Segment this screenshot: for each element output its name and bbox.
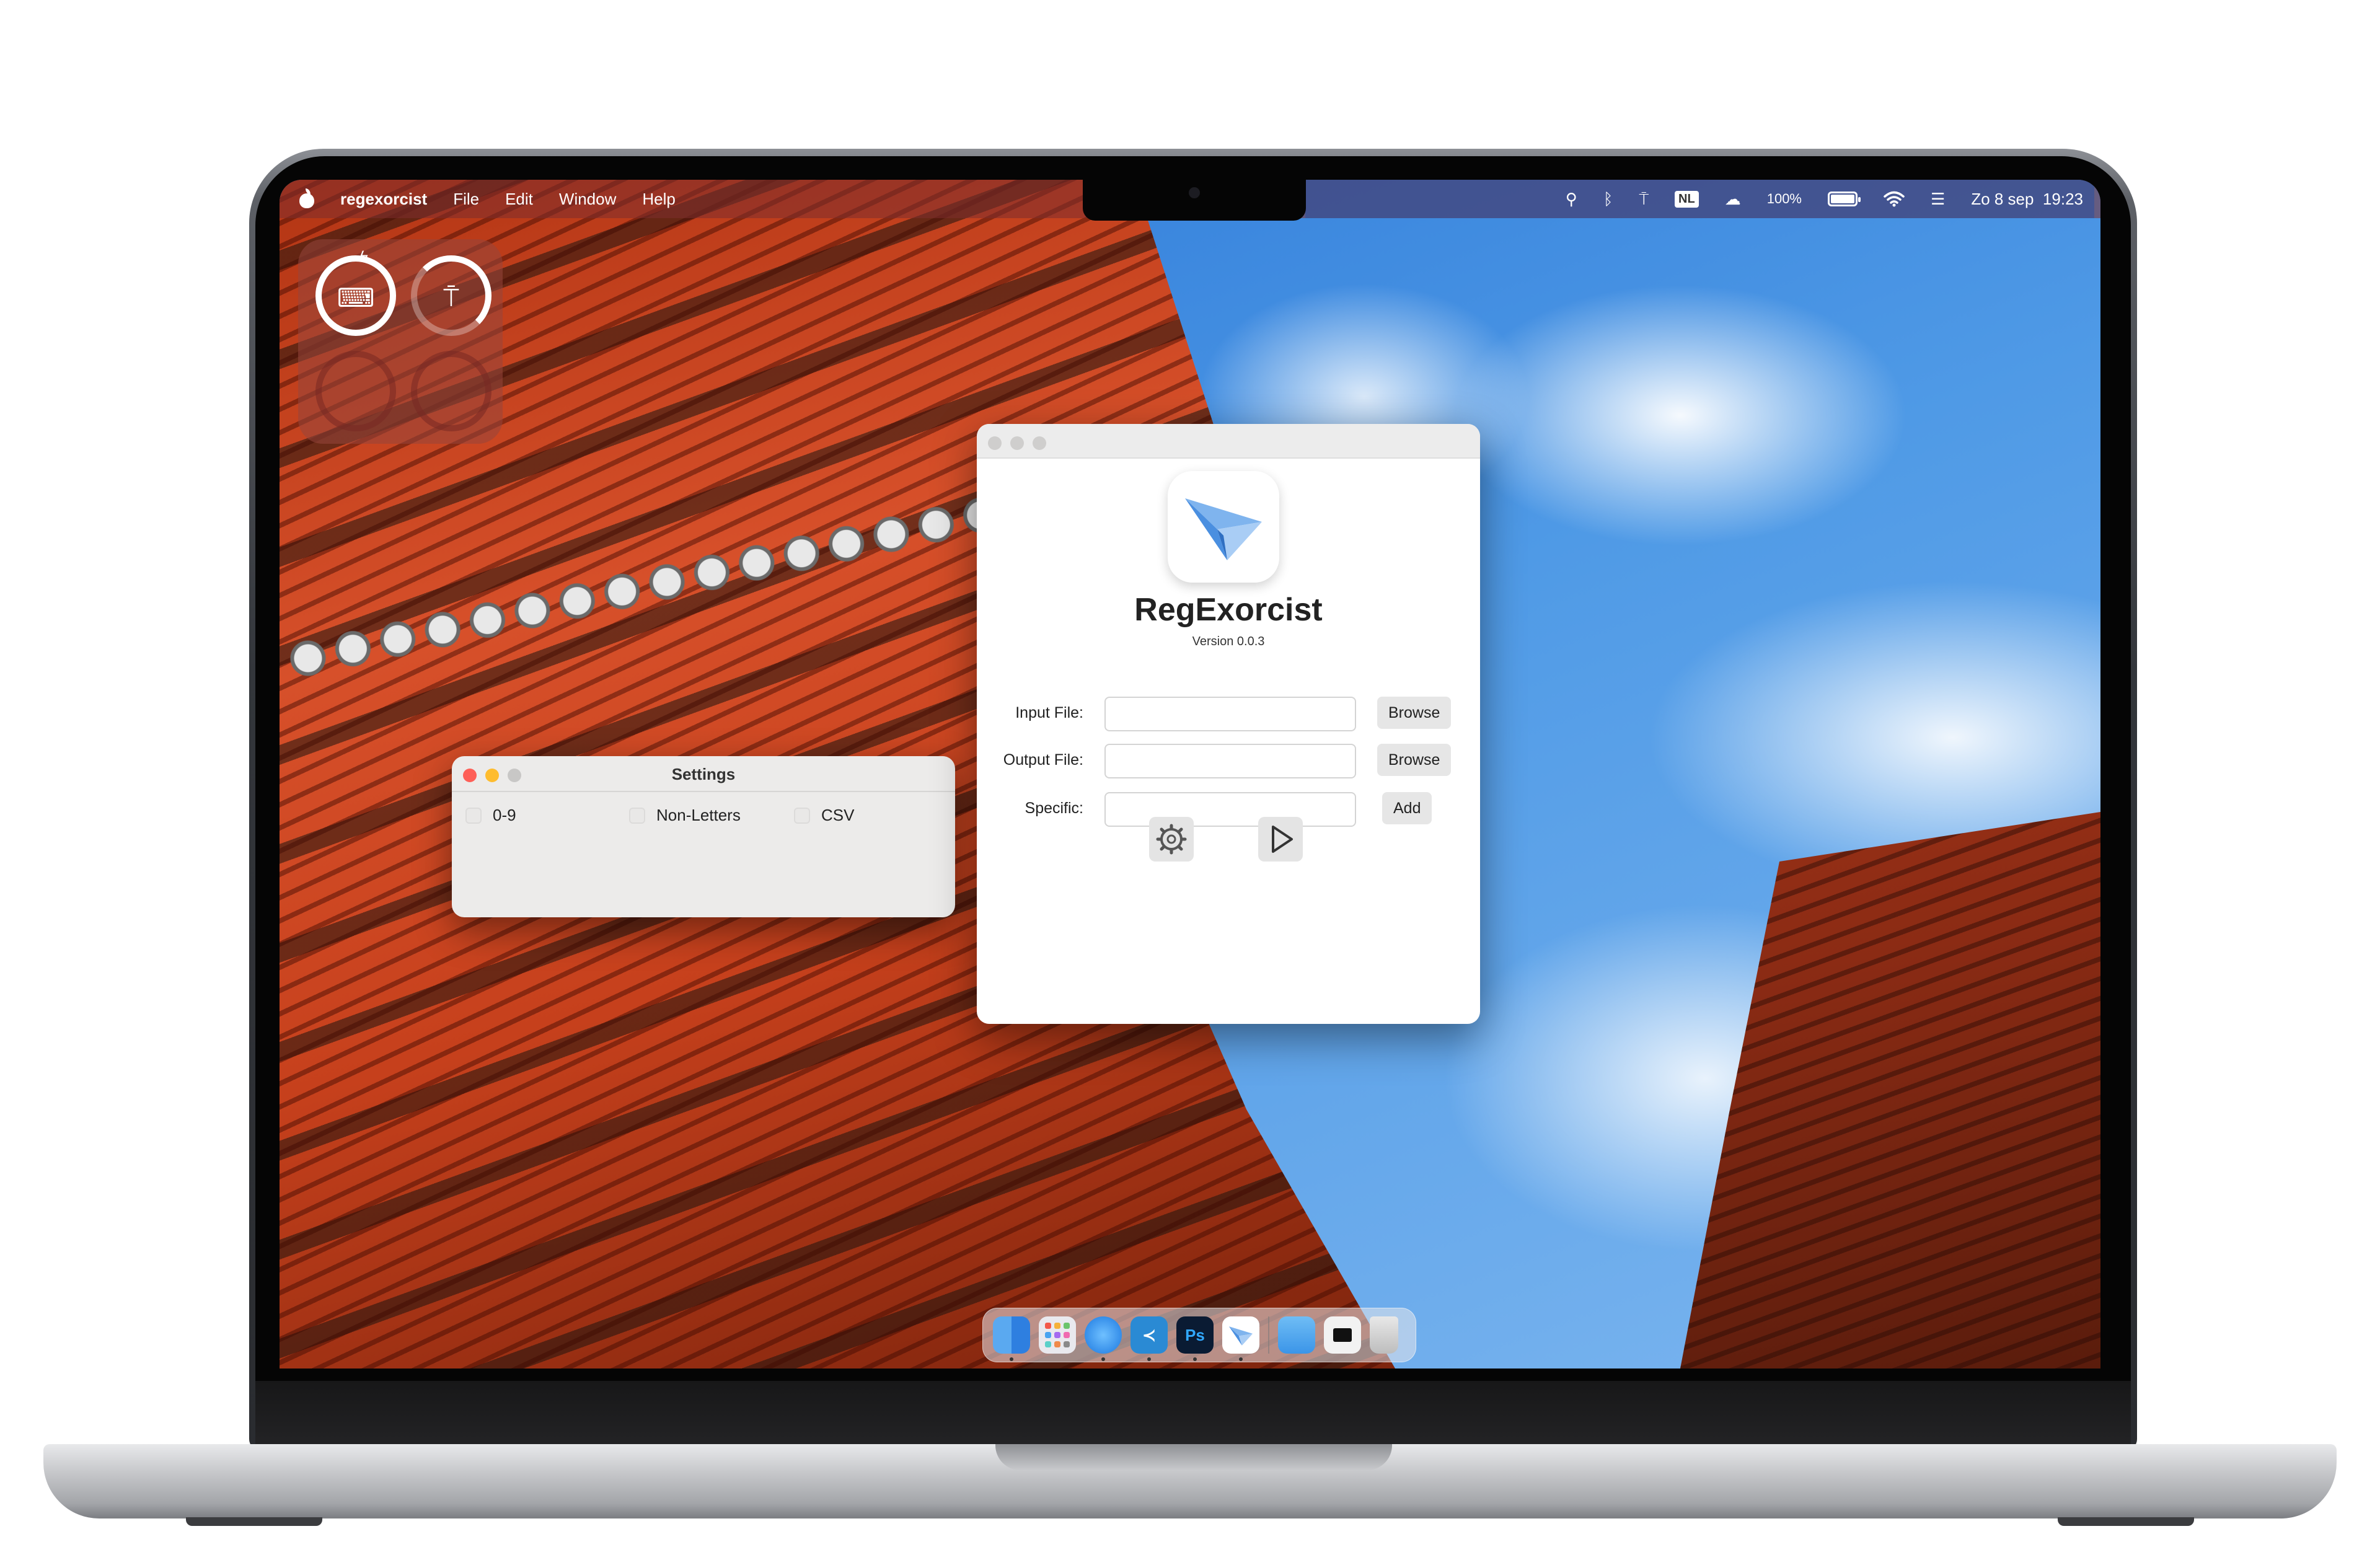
airpods-icon[interactable]: ⍑	[1639, 191, 1649, 207]
add-button[interactable]: Add	[1382, 792, 1432, 824]
close-button[interactable]	[988, 436, 1002, 450]
bluetooth-icon[interactable]: ᛒ	[1603, 191, 1613, 207]
airpods-widget-icon: ⍑	[443, 283, 459, 312]
settings-title: Settings	[671, 765, 736, 783]
control-center-icon[interactable]: ☰	[1931, 191, 1945, 207]
launchpad-icon[interactable]	[1039, 1316, 1076, 1354]
battery-icon[interactable]	[1828, 192, 1861, 206]
laptop-icon: ⌨	[337, 283, 375, 312]
usb-icon[interactable]: ⚲	[1566, 191, 1577, 207]
dock: ≺ Ps	[982, 1308, 1416, 1362]
app-title: RegExorcist	[1134, 592, 1323, 628]
specific-field[interactable]	[1104, 792, 1356, 827]
checkbox-label: Non-Letters	[656, 806, 741, 824]
settings-titlebar[interactable]: Settings	[452, 756, 955, 792]
play-icon	[1272, 826, 1293, 853]
laptop-base-notch	[995, 1444, 1392, 1470]
main-titlebar[interactable]	[977, 424, 1480, 459]
input-browse-button[interactable]: Browse	[1377, 697, 1452, 729]
screen-chin	[255, 1381, 2131, 1445]
menu-window[interactable]: Window	[559, 190, 616, 209]
battery-percent: 100%	[1766, 191, 1802, 206]
desktop-screen: regexorcist File Edit Window Help ⚲ ᛒ ⍑ …	[280, 180, 2100, 1368]
laptop-foot-left	[186, 1517, 322, 1526]
camera-icon	[1189, 187, 1200, 198]
specific-row: Specific: Add	[977, 790, 1480, 827]
menu-bar-status-area: ⚲ ᛒ ⍑ NL ☁ 100% ☰ Zo 8 sep 19:23	[1305, 180, 2094, 218]
app-logo-icon	[1168, 471, 1279, 583]
apple-menu-icon[interactable]	[298, 188, 314, 208]
checkbox-box[interactable]	[629, 807, 645, 824]
menu-help[interactable]: Help	[642, 190, 675, 209]
empty-battery-ring	[411, 351, 491, 431]
input-source-badge[interactable]: NL	[1675, 190, 1699, 208]
minimize-button[interactable]	[1010, 436, 1024, 450]
weather-icon[interactable]: ☁	[1725, 191, 1741, 207]
checkbox-label: 0-9	[493, 806, 516, 824]
regexorcist-window: RegExorcist Version 0.0.3 Input File: Br…	[977, 424, 1480, 1024]
charging-icon: ϟ	[360, 248, 368, 265]
finder-icon[interactable]	[993, 1316, 1030, 1361]
output-browse-button[interactable]: Browse	[1377, 744, 1452, 776]
photoshop-icon[interactable]: Ps	[1176, 1316, 1214, 1361]
dock-separator	[1268, 1316, 1269, 1354]
safari-icon[interactable]	[1085, 1316, 1122, 1361]
specific-label: Specific:	[1025, 800, 1083, 817]
settings-button[interactable]	[1149, 817, 1194, 862]
run-button[interactable]	[1258, 817, 1303, 862]
gear-icon	[1156, 824, 1187, 855]
output-file-row: Output File: Browse	[977, 741, 1480, 778]
laptop-foot-right	[2058, 1517, 2194, 1526]
screen-notch	[1083, 180, 1306, 221]
input-file-row: Input File: Browse	[977, 694, 1480, 731]
trash-icon[interactable]	[1370, 1316, 1398, 1354]
regexorcist-dock-icon[interactable]	[1222, 1316, 1259, 1361]
zoom-button[interactable]	[1033, 436, 1046, 450]
checkbox-digits[interactable]: 0-9	[465, 806, 629, 825]
menu-file[interactable]: File	[453, 190, 479, 209]
checkbox-non-letters[interactable]: Non-Letters	[629, 806, 794, 825]
input-file-label: Input File:	[1015, 704, 1083, 721]
input-file-field[interactable]	[1104, 697, 1356, 731]
settings-window: Settings 0-9 Non-Letters CSV	[452, 756, 955, 917]
airpods-battery-ring: ⍑	[411, 255, 491, 336]
output-file-field[interactable]	[1104, 744, 1356, 778]
vscode-icon[interactable]: ≺	[1130, 1316, 1168, 1361]
wifi-icon[interactable]	[1884, 191, 1905, 207]
menu-app-name[interactable]: regexorcist	[340, 190, 427, 209]
app-version: Version 0.0.3	[1192, 635, 1265, 648]
terminal-icon[interactable]	[1324, 1316, 1361, 1354]
menu-edit[interactable]: Edit	[505, 190, 533, 209]
checkbox-box[interactable]	[794, 807, 810, 824]
checkbox-csv[interactable]: CSV	[794, 806, 854, 825]
menu-datetime[interactable]: Zo 8 sep 19:23	[1971, 190, 2083, 209]
checkbox-label: CSV	[821, 806, 855, 824]
checkbox-box[interactable]	[465, 807, 482, 824]
output-file-label: Output File:	[1003, 751, 1083, 769]
empty-battery-ring	[315, 351, 396, 431]
folder-icon[interactable]	[1278, 1316, 1315, 1354]
battery-widget[interactable]: ϟ ⌨ ⍑	[298, 239, 503, 444]
laptop-battery-ring: ϟ ⌨	[315, 248, 396, 336]
